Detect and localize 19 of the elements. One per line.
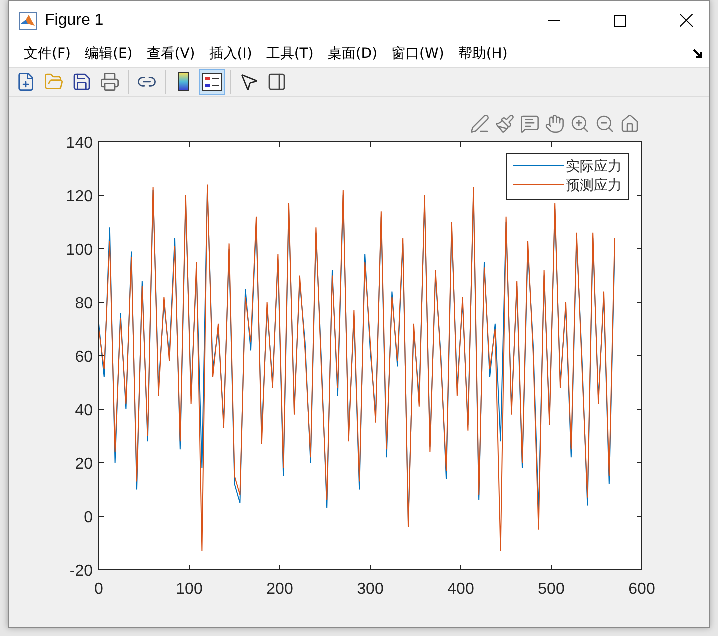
tick-label: 60 [75, 349, 93, 366]
tick-label: 600 [628, 581, 656, 598]
tick-label: 0 [84, 510, 93, 526]
tick-label: 300 [357, 581, 384, 598]
legend-label: 实际应力 [566, 159, 622, 175]
tick-label: 100 [176, 581, 203, 598]
tick-label: 200 [266, 581, 294, 598]
legend-label: 预测应力 [566, 178, 622, 194]
tick-label: 80 [75, 296, 93, 312]
tick-label: 20 [75, 456, 93, 473]
tick-label: 120 [66, 188, 93, 206]
tick-label: 400 [448, 581, 474, 598]
tick-label: -20 [70, 563, 93, 580]
tick-label: 0 [94, 581, 104, 598]
tick-label: 500 [538, 581, 565, 598]
tick-label: 100 [66, 242, 93, 259]
window-title: Figure 1 [45, 12, 105, 30]
tick-label: 140 [66, 135, 93, 152]
tick-label: 40 [75, 402, 93, 420]
